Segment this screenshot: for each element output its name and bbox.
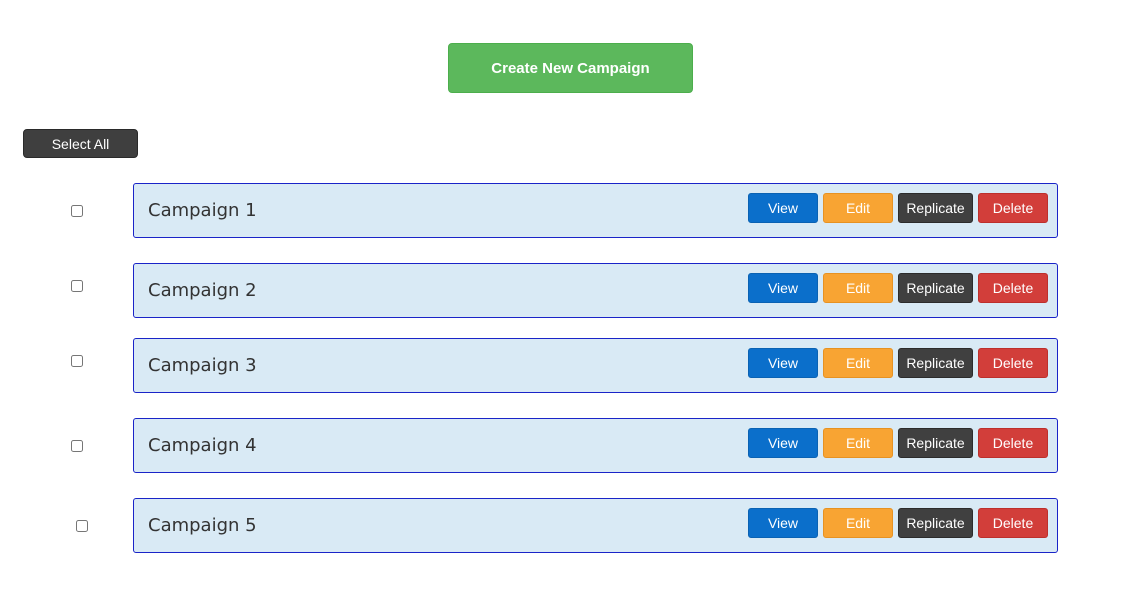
view-button[interactable]: View [748,348,818,378]
view-button[interactable]: View [748,428,818,458]
view-button[interactable]: View [748,193,818,223]
delete-button[interactable]: Delete [978,348,1048,378]
campaign-checkbox[interactable] [71,280,83,292]
campaign-name: Campaign 5 [148,515,257,536]
campaign-list-page: Create New Campaign Select All Campaign … [0,0,1125,598]
delete-button[interactable]: Delete [978,428,1048,458]
edit-button[interactable]: Edit [823,193,893,223]
campaign-name: Campaign 2 [148,280,257,301]
campaign-checkbox[interactable] [71,355,83,367]
delete-button[interactable]: Delete [978,273,1048,303]
edit-button[interactable]: Edit [823,273,893,303]
edit-button[interactable]: Edit [823,348,893,378]
campaign-checkbox[interactable] [76,520,88,532]
view-button[interactable]: View [748,508,818,538]
select-all-button[interactable]: Select All [23,129,138,158]
delete-button[interactable]: Delete [978,508,1048,538]
campaign-row: Campaign 4 View Edit Replicate Delete [133,418,1058,473]
campaign-checkbox[interactable] [71,205,83,217]
replicate-button[interactable]: Replicate [898,348,973,378]
edit-button[interactable]: Edit [823,428,893,458]
replicate-button[interactable]: Replicate [898,273,973,303]
campaign-checkbox[interactable] [71,440,83,452]
create-new-campaign-button[interactable]: Create New Campaign [448,43,693,93]
replicate-button[interactable]: Replicate [898,428,973,458]
campaign-row: Campaign 1 View Edit Replicate Delete [133,183,1058,238]
edit-button[interactable]: Edit [823,508,893,538]
campaign-row: Campaign 5 View Edit Replicate Delete [133,498,1058,553]
campaign-name: Campaign 4 [148,435,257,456]
replicate-button[interactable]: Replicate [898,193,973,223]
replicate-button[interactable]: Replicate [898,508,973,538]
campaign-name: Campaign 1 [148,200,257,221]
delete-button[interactable]: Delete [978,193,1048,223]
campaign-row: Campaign 3 View Edit Replicate Delete [133,338,1058,393]
view-button[interactable]: View [748,273,818,303]
campaign-row: Campaign 2 View Edit Replicate Delete [133,263,1058,318]
campaign-name: Campaign 3 [148,355,257,376]
